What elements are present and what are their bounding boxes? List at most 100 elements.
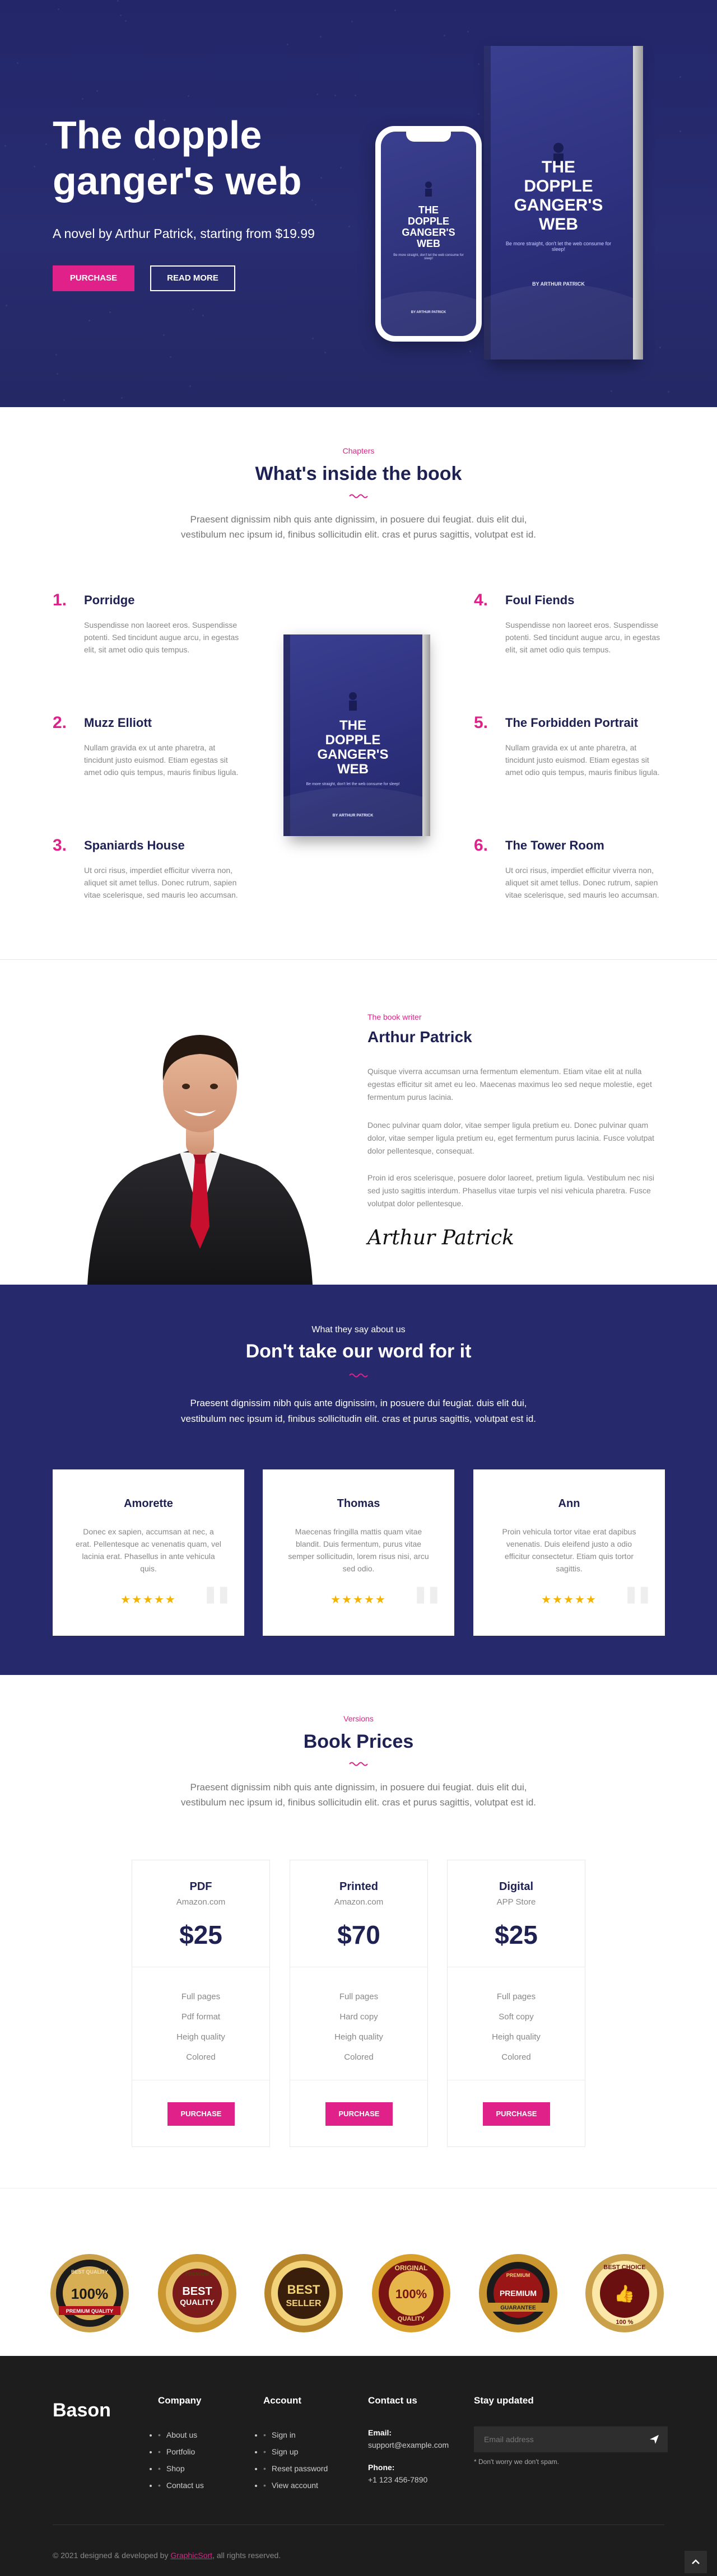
- chapter-number: 6.: [474, 836, 488, 855]
- chapters-book-text: THE DOPPLE GANGER'S WEB Be more straight…: [283, 718, 422, 787]
- squiggle-divider: [349, 1373, 368, 1378]
- badge-main-text: 100%: [395, 2287, 427, 2301]
- badge-main-text: BEST: [182, 2285, 212, 2298]
- testimonial-card: " Ann Proin vehicula tortor vitae erat d…: [473, 1469, 665, 1641]
- testimonial-name: Ann: [558, 1497, 580, 1510]
- background-speck: [444, 35, 445, 36]
- hero-book-line-4: WEB: [539, 215, 578, 234]
- author-signature: Arthur Patrick: [367, 1226, 514, 1249]
- background-speck: [170, 356, 171, 358]
- seller-badge: BEST SELLER: [264, 2254, 343, 2332]
- background-speck: [320, 36, 322, 38]
- background-speck: [298, 222, 300, 223]
- chapters-book: THE DOPPLE GANGER'S WEB Be more straight…: [283, 634, 430, 836]
- copyright-prefix: © 2021 designed & developed by: [53, 2551, 169, 2560]
- background-speck: [45, 143, 47, 145]
- phone-cover-line-1: THE: [418, 204, 439, 216]
- prices-kicker: Versions: [343, 1714, 374, 1723]
- footer-contact: Email: support@example.com Phone: +1 123…: [368, 2426, 449, 2486]
- newsletter-email-input[interactable]: [474, 2426, 642, 2452]
- chapters-book-line-1: THE: [339, 718, 366, 733]
- chapters-book-line-4: WEB: [337, 762, 369, 777]
- footer-link[interactable]: Reset password: [263, 2460, 328, 2477]
- badge-sub-text: PREMIUM QUALITY: [66, 2308, 114, 2314]
- quote-icon: ": [201, 1574, 233, 1646]
- hero-book: THE DOPPLE GANGER'S WEB Be more straight…: [484, 46, 643, 360]
- purchase-button[interactable]: PURCHASE: [53, 265, 134, 291]
- footer-link[interactable]: Sign in: [263, 2426, 328, 2443]
- background-speck: [659, 347, 661, 348]
- prices-intro-line-2: vestibulum nec ipsum id, finibus sollici…: [180, 1797, 536, 1808]
- testimonial-text: Maecenas fringilla mattis quam vitae bla…: [288, 1527, 429, 1573]
- testimonials-intro-line-2: vestibulum nec ipsum id, finibus sollici…: [180, 1413, 536, 1424]
- background-speck: [478, 113, 479, 115]
- background-speck: [163, 334, 165, 336]
- hero-book-author: BY ARTHUR PATRICK: [532, 281, 585, 287]
- chapter-title: Muzz Elliott: [84, 716, 152, 730]
- quality-badge: BEST QUALITY 100% PREMIUM QUALITY: [50, 2254, 129, 2332]
- purchase-printed-button[interactable]: PURCHASE: [325, 2102, 393, 2126]
- email-value[interactable]: support@example.com: [368, 2439, 449, 2451]
- phone-cover-author: BY ARTHUR PATRICK: [411, 311, 446, 314]
- footer-account-heading: Account: [263, 2395, 301, 2406]
- plan-name: PDF: [189, 1880, 212, 1893]
- back-to-top-button[interactable]: [685, 2551, 707, 2573]
- background-speck: [89, 320, 90, 321]
- hero-book-pages: [633, 46, 643, 360]
- footer-link[interactable]: View account: [263, 2477, 328, 2494]
- background-speck: [121, 397, 123, 399]
- purchase-digital-button[interactable]: PURCHASE: [483, 2102, 550, 2126]
- phone-value[interactable]: +1 123 456-7890: [368, 2474, 449, 2486]
- prices-intro-line-1: Praesent dignissim nibh quis ante dignis…: [190, 1782, 527, 1793]
- footer-link[interactable]: Shop: [158, 2460, 204, 2477]
- chapter-number: 5.: [474, 713, 488, 732]
- chapter-desc: Ut orci risus, imperdiet efficitur viver…: [84, 866, 238, 899]
- testimonial-card: " Amorette Donec ex sapien, accumsan at …: [53, 1469, 244, 1641]
- phone-cover-text: THE DOPPLE GANGER'S WEB Be more straight…: [381, 204, 476, 260]
- footer-link[interactable]: Sign up: [263, 2443, 328, 2460]
- plan-name: Printed: [339, 1880, 378, 1893]
- star-rating: ★★★★★: [120, 1594, 176, 1606]
- plan-price: $25: [179, 1920, 222, 1949]
- plan-store: Amazon.com: [334, 1897, 384, 1907]
- background-speck: [355, 95, 356, 96]
- author-photo: [87, 1035, 313, 1285]
- badge-main-text: PREMIUM: [500, 2289, 537, 2298]
- background-speck: [82, 98, 83, 100]
- background-speck: [316, 94, 318, 95]
- graphicsort-link[interactable]: GraphicSort: [170, 2551, 212, 2560]
- background-speck: [34, 166, 35, 167]
- phone-cover-tagline: Be more straight, don't let the web cons…: [393, 254, 464, 260]
- phone-cover-line-2: DOPPLE: [407, 216, 449, 227]
- phone-label: Phone:: [368, 2463, 395, 2472]
- footer-link[interactable]: About us: [158, 2426, 204, 2443]
- prices-section: Versions Book Prices Praesent dignissim …: [0, 1675, 717, 2188]
- hero-subtitle: A novel by Arthur Patrick, starting from…: [53, 226, 315, 241]
- send-icon[interactable]: [649, 2434, 660, 2445]
- background-speck: [109, 311, 111, 313]
- plan-store: Amazon.com: [176, 1897, 226, 1907]
- plan-feature: Colored: [501, 2052, 531, 2062]
- chapter-number: 1.: [53, 591, 67, 609]
- testimonials-section: What they say about us Don't take our wo…: [0, 1285, 717, 1675]
- site-footer: Bason Company About us Portfolio Shop Co…: [0, 2356, 717, 2576]
- read-more-button[interactable]: READ MORE: [150, 265, 235, 291]
- footer-account-links: Sign in Sign up Reset password View acco…: [263, 2426, 328, 2494]
- background-speck: [351, 21, 353, 22]
- footer-link[interactable]: Portfolio: [158, 2443, 204, 2460]
- author-bio-1: Quisque viverra accumsan urna fermentum …: [367, 1067, 652, 1102]
- purchase-pdf-button[interactable]: PURCHASE: [167, 2102, 235, 2126]
- footer-logo[interactable]: Bason: [53, 2400, 111, 2421]
- chapters-title: What's inside the book: [255, 463, 462, 484]
- plan-feature: Hard copy: [339, 2012, 378, 2022]
- footer-link[interactable]: Contact us: [158, 2477, 204, 2494]
- background-speck: [312, 338, 314, 339]
- chapter-desc: Nullam gravida ex ut ante pharetra, at t…: [505, 743, 660, 777]
- thumbs-up-icon: 👍: [614, 2284, 635, 2304]
- author-kicker: The book writer: [367, 1012, 422, 1021]
- plan-feature: Heigh quality: [334, 2032, 383, 2042]
- plan-name: Digital: [499, 1880, 534, 1893]
- plan-feature: Full pages: [339, 1992, 379, 2001]
- testimonial-text: Donec ex sapien, accumsan at nec, a erat…: [76, 1527, 221, 1573]
- background-speck: [125, 20, 127, 22]
